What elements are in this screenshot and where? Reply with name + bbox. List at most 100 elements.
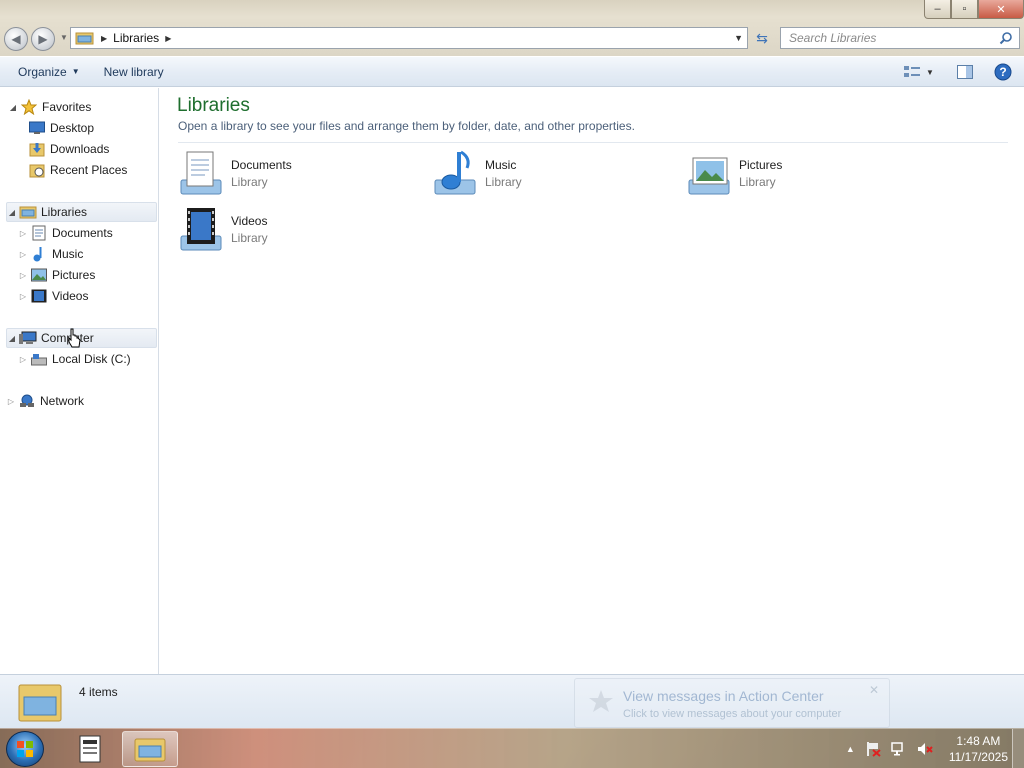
tile-name: Videos xyxy=(231,214,268,228)
nav-network-label: Network xyxy=(40,394,85,408)
notification-title: View messages in Action Center xyxy=(623,688,824,704)
explorer-window: – ▫ ✕ ◀ ▶ ▼ ▶ Libraries ▶ ▼ ⇆ Search Lib… xyxy=(0,0,1024,728)
videos-library-icon xyxy=(180,208,222,251)
pictures-library-icon xyxy=(688,157,730,195)
collapsed-arrow-icon[interactable]: ▷ xyxy=(18,229,28,238)
notification-subtitle: Click to view messages about your comput… xyxy=(623,708,842,720)
navigation-pane: ◢ Favorites Desktop Downloads Recent Pla… xyxy=(0,88,159,674)
show-desktop-button[interactable] xyxy=(1012,729,1024,768)
nav-item-documents[interactable]: ▷ Documents xyxy=(18,223,113,243)
window-controls: – ▫ ✕ xyxy=(924,0,1024,19)
nav-item-downloads[interactable]: Downloads xyxy=(26,139,109,159)
network-icon xyxy=(18,393,36,409)
nav-item-desktop[interactable]: Desktop xyxy=(26,118,94,138)
expanded-arrow-icon[interactable]: ◢ xyxy=(7,208,17,217)
system-tray: ▲ 1:48 AM 11/17/2025 xyxy=(846,729,1008,768)
close-button[interactable]: ✕ xyxy=(978,0,1024,19)
nav-network[interactable]: ▷ Network xyxy=(6,391,84,411)
nav-item-recent-places[interactable]: Recent Places xyxy=(26,160,127,180)
documents-icon xyxy=(30,225,48,241)
refresh-button[interactable]: ⇆ xyxy=(750,27,774,49)
taskbar-app-document[interactable] xyxy=(62,731,118,767)
item-count: 4 items xyxy=(79,685,118,699)
breadcrumb-separator-icon[interactable]: ▶ xyxy=(165,34,171,43)
nav-libraries-label: Libraries xyxy=(41,205,88,219)
videos-icon xyxy=(30,288,48,304)
music-icon xyxy=(30,246,48,262)
page-title: Libraries xyxy=(177,95,250,116)
organize-label: Organize xyxy=(18,64,67,79)
taskbar: ▲ 1:48 AM 11/17/2025 xyxy=(0,728,1024,768)
new-library-button[interactable]: New library xyxy=(96,65,172,79)
nav-item-music[interactable]: ▷ Music xyxy=(18,244,83,264)
nav-libraries[interactable]: ◢ Libraries xyxy=(6,202,157,222)
tile-name: Documents xyxy=(231,158,292,172)
tile-name: Music xyxy=(485,158,517,172)
tile-type: Library xyxy=(485,175,522,189)
change-view-button[interactable]: ▼ xyxy=(902,63,936,81)
page-description: Open a library to see your files and arr… xyxy=(178,119,635,133)
search-icon[interactable] xyxy=(999,31,1013,45)
recent-pages-dropdown-icon[interactable]: ▼ xyxy=(60,33,68,42)
preview-pane-icon xyxy=(957,65,973,79)
collapsed-arrow-icon[interactable]: ▷ xyxy=(6,397,16,406)
help-button[interactable]: ? xyxy=(994,63,1012,81)
library-tile-music[interactable]: Music Library xyxy=(431,150,671,202)
network-status-icon[interactable] xyxy=(891,741,907,757)
preview-pane-button[interactable] xyxy=(956,63,974,81)
forward-arrow-icon: ▶ xyxy=(38,32,48,46)
minimize-button[interactable]: – xyxy=(924,0,951,19)
close-icon[interactable]: ✕ xyxy=(869,683,879,697)
help-icon: ? xyxy=(994,63,1012,81)
search-input[interactable]: Search Libraries xyxy=(780,27,1020,49)
nav-item-pictures[interactable]: ▷ Pictures xyxy=(18,265,95,285)
maximize-button[interactable]: ▫ xyxy=(951,0,978,19)
library-tile-videos[interactable]: Videos Library xyxy=(177,206,417,258)
taskbar-clock[interactable]: 1:48 AM 11/17/2025 xyxy=(949,733,1008,765)
collapsed-arrow-icon[interactable]: ▷ xyxy=(18,250,28,259)
recent-places-icon xyxy=(28,162,46,178)
library-tile-pictures[interactable]: Pictures Library xyxy=(685,150,925,202)
action-center-notification[interactable]: View messages in Action Center Click to … xyxy=(574,678,890,728)
start-button[interactable] xyxy=(6,731,44,767)
nav-item-label: Documents xyxy=(52,226,113,240)
show-hidden-icons-icon[interactable]: ▲ xyxy=(846,744,855,754)
flag-icon xyxy=(589,690,613,712)
nav-favorites[interactable]: ◢ Favorites xyxy=(8,97,91,117)
title-bar: – ▫ ✕ ◀ ▶ ▼ ▶ Libraries ▶ ▼ ⇆ Search Lib… xyxy=(0,0,1024,56)
documents-library-icon xyxy=(180,151,222,195)
address-bar[interactable]: ▶ Libraries ▶ ▼ xyxy=(70,27,748,49)
library-tile-documents[interactable]: Documents Library xyxy=(177,150,417,202)
forward-button[interactable]: ▶ xyxy=(31,27,55,51)
nav-item-label: Desktop xyxy=(50,121,95,135)
breadcrumb-libraries[interactable]: Libraries xyxy=(113,31,159,45)
star-icon xyxy=(20,99,38,115)
nav-item-label: Pictures xyxy=(52,268,96,282)
back-arrow-icon: ◀ xyxy=(11,32,21,46)
volume-muted-icon[interactable] xyxy=(917,741,933,757)
expanded-arrow-icon[interactable]: ◢ xyxy=(7,334,17,343)
address-dropdown-icon[interactable]: ▼ xyxy=(734,33,743,43)
nav-item-label: Downloads xyxy=(50,142,110,156)
tile-type: Library xyxy=(231,175,268,189)
collapsed-arrow-icon[interactable]: ▷ xyxy=(18,271,28,280)
breadcrumb-separator-icon[interactable]: ▶ xyxy=(101,34,107,43)
nav-item-local-disk[interactable]: ▷ Local Disk (C:) xyxy=(18,349,131,369)
taskbar-app-explorer[interactable] xyxy=(122,731,178,767)
desktop-icon xyxy=(28,120,46,136)
back-button[interactable]: ◀ xyxy=(4,27,28,51)
collapsed-arrow-icon[interactable]: ▷ xyxy=(18,292,28,301)
nav-item-label: Recent Places xyxy=(50,163,128,177)
document-app-icon xyxy=(79,735,101,763)
action-center-flag-icon[interactable] xyxy=(865,741,881,757)
chevron-down-icon: ▼ xyxy=(926,67,934,77)
collapsed-arrow-icon[interactable]: ▷ xyxy=(18,355,28,364)
music-library-icon xyxy=(434,150,476,195)
clock-date: 11/17/2025 xyxy=(948,750,1008,764)
organize-button[interactable]: Organize ▼ xyxy=(10,65,88,79)
nav-item-videos[interactable]: ▷ Videos xyxy=(18,286,89,306)
svg-text:?: ? xyxy=(999,65,1006,79)
windows-logo-icon xyxy=(17,741,33,757)
nav-item-label: Local Disk (C:) xyxy=(52,352,131,366)
expanded-arrow-icon[interactable]: ◢ xyxy=(8,103,18,112)
